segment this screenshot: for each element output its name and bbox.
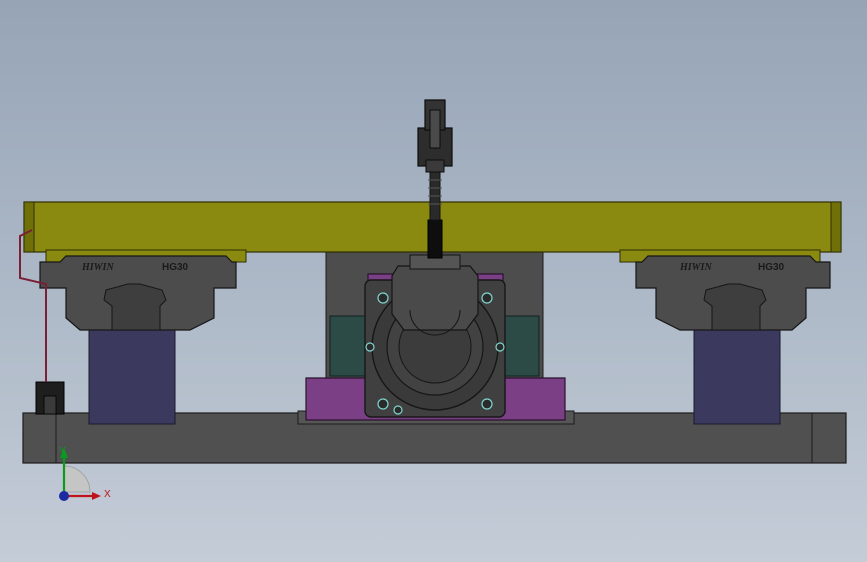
- guide-right-brand: HIWIN: [679, 262, 712, 273]
- rail-left: [88, 327, 176, 425]
- cad-viewport: HIWIN HG30 HIWIN HG30 Y X: [19, 99, 847, 501]
- rail-right: [693, 327, 781, 425]
- guide-block-left: HIWIN HG30: [39, 255, 237, 331]
- guide-left-model: HG30: [162, 262, 189, 273]
- y-axis-label: Y: [59, 446, 66, 457]
- sensor-cable: [19, 229, 47, 382]
- sensor-bracket: [35, 381, 65, 415]
- guide-block-right: HIWIN HG30: [635, 255, 831, 331]
- guide-right-model: HG30: [758, 262, 785, 273]
- coupling: [391, 254, 479, 336]
- z-axis-dot: [59, 491, 69, 501]
- x-axis-label: X: [104, 489, 111, 500]
- guide-left-brand: HIWIN: [81, 262, 114, 273]
